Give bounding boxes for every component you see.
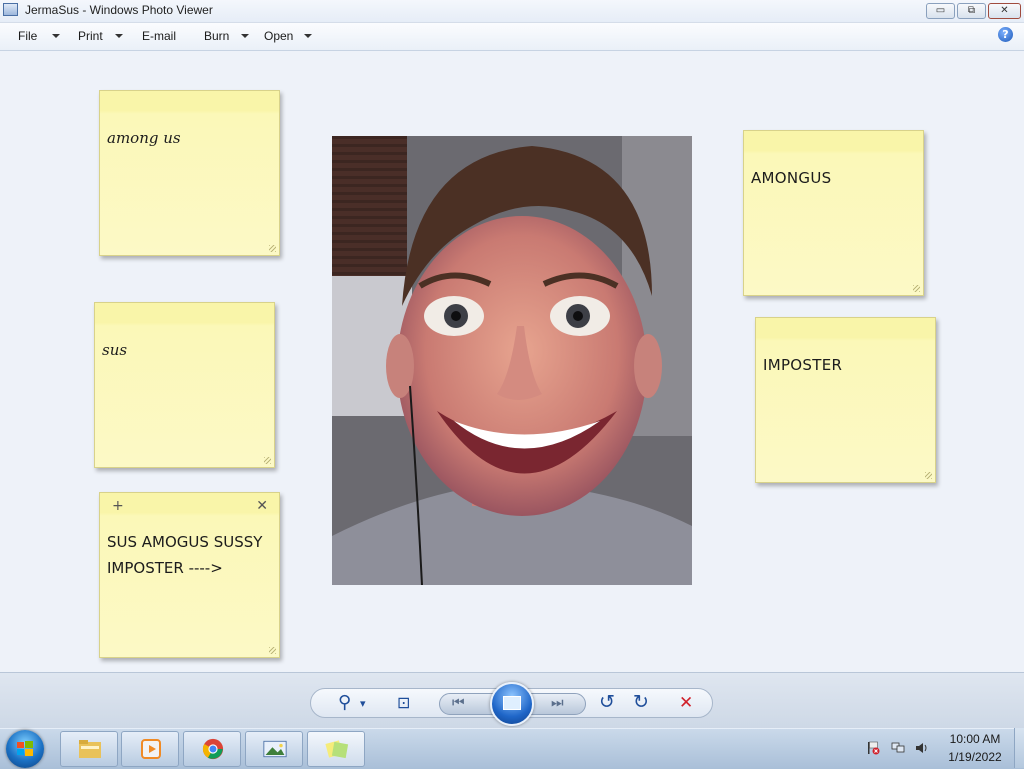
menu-print-dropdown-icon[interactable]	[115, 34, 123, 38]
title-bar: JermaSus - Windows Photo Viewer ▭ ⧉ ✕	[0, 0, 1024, 23]
menu-file[interactable]: File	[18, 29, 37, 43]
delete-note-icon[interactable]: ✕	[256, 498, 268, 514]
menu-file-dropdown-icon[interactable]	[52, 34, 60, 38]
resize-grip-icon[interactable]	[269, 647, 276, 654]
close-button[interactable]: ✕	[988, 3, 1021, 19]
taskbar-app-media-player[interactable]	[121, 731, 179, 767]
actual-size-icon[interactable]: ⊡	[397, 693, 410, 713]
media-player-icon	[141, 739, 161, 759]
sticky-note[interactable]: IMPOSTER	[755, 317, 936, 483]
rotate-counterclockwise-icon[interactable]: ↺	[599, 692, 615, 712]
zoom-dropdown-icon[interactable]: ▾	[360, 694, 366, 714]
zoom-icon[interactable]: ⚲	[338, 693, 351, 713]
maximize-button[interactable]: ⧉	[957, 3, 986, 19]
taskbar-app-photo-viewer[interactable]	[245, 731, 303, 767]
show-desktop-button[interactable]	[1014, 728, 1024, 768]
rotate-clockwise-icon[interactable]: ↻	[633, 692, 649, 712]
clock-time[interactable]: 10:00 AM	[945, 732, 1005, 746]
taskbar	[0, 728, 1024, 769]
slideshow-icon	[503, 696, 521, 710]
face-photo-illustration	[332, 136, 692, 585]
displayed-photo	[332, 136, 692, 585]
menu-burn[interactable]: Burn	[204, 29, 229, 43]
menu-burn-dropdown-icon[interactable]	[241, 34, 249, 38]
windows-logo-icon	[17, 741, 33, 756]
resize-grip-icon[interactable]	[269, 245, 276, 252]
sticky-notes-icon	[325, 740, 349, 759]
sticky-note[interactable]: sus	[94, 302, 275, 468]
sticky-note-text: among us	[107, 129, 181, 147]
menu-print[interactable]: Print	[78, 29, 103, 43]
chrome-icon	[202, 738, 224, 760]
network-icon[interactable]	[891, 741, 905, 755]
start-button[interactable]	[6, 730, 44, 768]
resize-grip-icon[interactable]	[913, 285, 920, 292]
minimize-button[interactable]: ▭	[926, 3, 955, 19]
taskbar-app-chrome[interactable]	[183, 731, 241, 767]
menu-open[interactable]: Open	[264, 29, 293, 43]
action-center-flag-icon[interactable]	[866, 741, 880, 755]
next-icon[interactable]: ⏭	[551, 693, 564, 713]
sticky-note[interactable]: among us	[99, 90, 280, 256]
taskbar-app-sticky-notes[interactable]	[307, 731, 365, 767]
taskbar-app-file-explorer[interactable]	[60, 731, 118, 767]
sticky-note[interactable]: AMONGUS	[743, 130, 924, 296]
delete-icon[interactable]: ✕	[679, 693, 693, 713]
sticky-note-text: AMONGUS	[751, 169, 832, 187]
clock-date[interactable]: 1/19/2022	[940, 750, 1010, 764]
slideshow-button[interactable]	[490, 682, 534, 726]
sticky-note-text: IMPOSTER	[763, 356, 843, 374]
menu-email[interactable]: E-mail	[142, 29, 176, 43]
help-icon[interactable]: ?	[998, 27, 1013, 42]
folder-icon	[79, 740, 101, 758]
new-note-icon[interactable]: +	[112, 498, 124, 514]
volume-icon[interactable]	[915, 741, 929, 755]
menu-open-dropdown-icon[interactable]	[304, 34, 312, 38]
photo-viewer-icon	[263, 740, 287, 758]
window-title: JermaSus - Windows Photo Viewer	[25, 3, 213, 17]
viewer-toolbar: ⚲ ▾ ⊡ ⏮ ⏭ ↺ ↻ ✕	[0, 672, 1024, 729]
photo-viewer-app-icon[interactable]	[3, 3, 18, 16]
menu-bar: File Print E-mail Burn Open	[0, 23, 1024, 51]
previous-icon[interactable]: ⏮	[452, 693, 465, 713]
sticky-note-active[interactable]: + ✕ SUS AMOGUS SUSSY IMPOSTER ---->	[99, 492, 280, 658]
resize-grip-icon[interactable]	[264, 457, 271, 464]
resize-grip-icon[interactable]	[925, 472, 932, 479]
sticky-note-text[interactable]: SUS AMOGUS SUSSY IMPOSTER ---->	[107, 529, 279, 581]
sticky-note-text: sus	[102, 341, 128, 359]
